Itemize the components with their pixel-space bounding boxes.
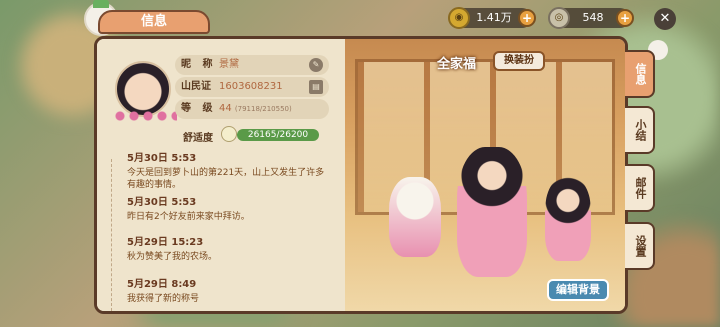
tab-settings[interactable]: 设置 <box>625 222 655 270</box>
level-value: 44 (79118/210550) <box>219 99 292 119</box>
change-outfit-button[interactable]: 换装扮 <box>493 51 545 71</box>
diary-date: 5月30日 5:53 <box>127 153 197 164</box>
panel-title: 信息 <box>98 10 210 34</box>
diary-date: 5月29日 8:49 <box>127 279 197 290</box>
diary-text: 今天是回到萝卜山的第221天，山上又发生了许多有趣的事情。 <box>127 168 325 190</box>
gold-amount: 1.41万 <box>476 11 512 24</box>
avatar[interactable] <box>115 61 171 117</box>
id-value: 1603608231 <box>219 81 283 92</box>
scene-title: 全家福 <box>437 57 477 72</box>
add-gold-button[interactable]: + <box>518 9 536 27</box>
edit-pen-icon[interactable]: ✎ <box>309 58 323 72</box>
radish-icon <box>221 126 237 142</box>
diary-text: 秋为赞美了我的农场。 <box>127 252 218 262</box>
diary-list[interactable]: 5月30日 5:53 今天是回到萝卜山的第221天，山上又发生了许多有趣的事情。… <box>97 147 345 311</box>
diary-entry: 5月29日 15:23 秋为赞美了我的农场。 <box>127 233 327 263</box>
level-field: 等 级 44 (79118/210550) <box>175 99 329 119</box>
comfort-bar: 26165/26200 <box>237 129 319 141</box>
level-number: 44 <box>219 103 232 114</box>
diary-date: 5月29日 15:23 <box>127 237 204 248</box>
info-panel: 昵 称 景黛 ✎ 山民证 1603608231 ▤ 等 级 44 (79118/… <box>94 36 628 314</box>
nickname-value: 景黛 <box>219 59 239 70</box>
close-button[interactable]: ✕ <box>654 8 676 30</box>
family-photo-scene: 全家福 换装扮 编辑背景 <box>345 39 625 311</box>
id-label: 山民证 <box>181 81 211 92</box>
nickname-label: 昵 称 <box>181 59 217 70</box>
tab-summary[interactable]: 小结 <box>625 106 655 154</box>
level-exp: (79118/210550) <box>234 105 292 113</box>
level-label: 等 级 <box>181 103 217 114</box>
cow-character <box>389 177 441 257</box>
gold-coin-icon: ◉ <box>448 7 470 29</box>
silver-coin-icon: ◎ <box>548 7 570 29</box>
copy-icon[interactable]: ▤ <box>309 80 323 94</box>
tab-info[interactable]: 信息 <box>625 50 655 98</box>
silver-currency: ◎ 548 + <box>548 7 634 29</box>
diary-entry: 5月30日 5:53 昨日有2个好友前来家中拜访。 <box>127 193 327 223</box>
diary-text: 我获得了新的称号 <box>127 294 200 304</box>
main-character <box>457 147 527 277</box>
tab-mail[interactable]: 邮件 <box>625 164 655 212</box>
comfort-label: 舒适度 <box>183 133 213 144</box>
gold-currency: ◉ 1.41万 + <box>448 7 536 29</box>
diary-date: 5月30日 5:53 <box>127 197 197 208</box>
flower-decoration-icon <box>113 111 177 121</box>
diary-entry: 5月30日 5:53 今天是回到萝卜山的第221天，山上又发生了许多有趣的事情。 <box>127 149 327 191</box>
nickname-field: 昵 称 景黛 ✎ <box>175 55 329 75</box>
id-field: 山民证 1603608231 ▤ <box>175 77 329 97</box>
girl-character <box>545 177 591 261</box>
add-silver-button[interactable]: + <box>616 9 634 27</box>
silver-amount: 548 <box>582 11 604 24</box>
diary-entry: 5月29日 8:49 我获得了新的称号 <box>127 275 327 305</box>
timeline-line <box>111 159 112 311</box>
edit-background-button[interactable]: 编辑背景 <box>547 279 609 301</box>
profile-section: 昵 称 景黛 ✎ 山民证 1603608231 ▤ 等 级 44 (79118/… <box>97 39 345 311</box>
diary-text: 昨日有2个好友前来家中拜访。 <box>127 212 250 222</box>
